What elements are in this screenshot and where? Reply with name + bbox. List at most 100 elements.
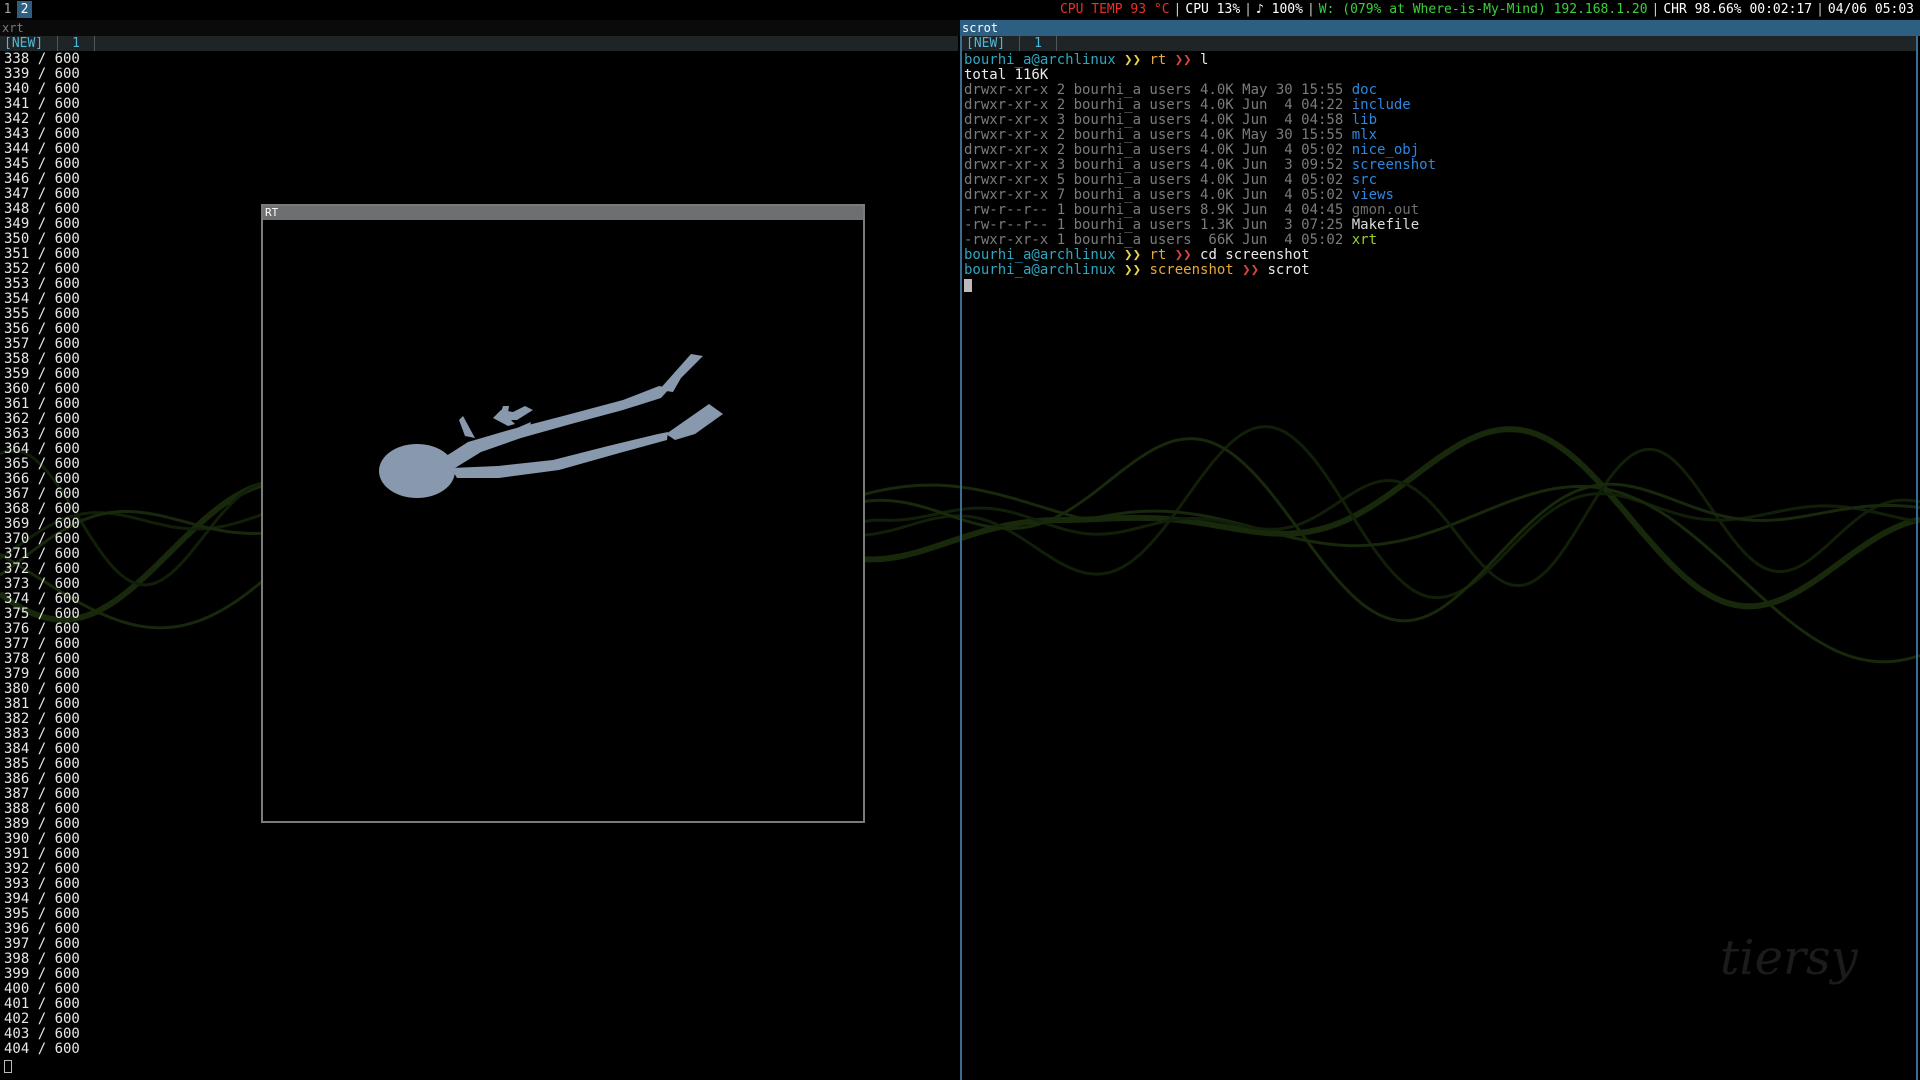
progress-line: 357 / 600 [4,336,80,352]
file-name: xrt [1351,232,1378,248]
progress-line: 381 / 600 [4,696,80,712]
file-details: drwxr-xr-x 5 bourhi_a users 4.0K Jun 4 0… [964,172,1352,188]
left-tab-bar: [NEW] 1 [0,36,958,51]
progress-line: 353 / 600 [4,276,80,292]
progress-line: 384 / 600 [4,741,80,757]
progress-line: 388 / 600 [4,801,80,817]
rendered-figure [379,354,723,498]
progress-line: 380 / 600 [4,681,80,697]
file-name: Makefile [1351,217,1420,233]
progress-line: 401 / 600 [4,996,80,1012]
tab-1[interactable]: 1 [57,36,95,51]
file-details: -rwxr-xr-x 1 bourhi_a users 66K Jun 4 05… [964,232,1352,248]
right-tab-bar: [NEW] 1 [962,36,1916,51]
progress-line: 371 / 600 [4,546,80,562]
tab-new[interactable]: [NEW] [962,36,1009,51]
progress-line: 396 / 600 [4,921,80,937]
command-text: cd screenshot [1200,247,1310,263]
file-name: mlx [1351,127,1378,143]
progress-line: 377 / 600 [4,636,80,652]
ls-entry: drwxr-xr-x 7 bourhi_a users 4.0K Jun 4 0… [964,188,1436,203]
cpu-temp-status: CPU TEMP 93 °C [1059,2,1170,17]
progress-line: 339 / 600 [4,66,80,82]
progress-line: 365 / 600 [4,456,80,472]
progress-line: 355 / 600 [4,306,80,322]
ls-entry: drwxr-xr-x 2 bourhi_a users 4.0K May 30 … [964,83,1436,98]
progress-line: 375 / 600 [4,606,80,622]
left-window-title[interactable]: xrt [0,20,960,36]
volume-status: ♪ 100% [1256,2,1303,17]
prompt-dir: rt [1149,52,1167,68]
progress-line: 345 / 600 [4,156,80,172]
progress-line: 361 / 600 [4,396,80,412]
progress-line: 349 / 600 [4,216,80,232]
progress-line: 391 / 600 [4,846,80,862]
progress-line: 379 / 600 [4,666,80,682]
output-text: total 116K [964,67,1049,83]
progress-line: 362 / 600 [4,411,80,427]
workspace-1-button[interactable]: 1 [0,1,15,18]
progress-line: 342 / 600 [4,111,80,127]
workspace-2-button[interactable]: 2 [17,1,32,18]
file-name: doc [1351,82,1378,98]
progress-line: 390 / 600 [4,831,80,847]
progress-line: 376 / 600 [4,621,80,637]
progress-line: 373 / 600 [4,576,80,592]
prompt-separator: ❯❯ [1115,247,1150,263]
prompt-dir: rt [1149,247,1167,263]
file-details: drwxr-xr-x 2 bourhi_a users 4.0K Jun 4 0… [964,142,1352,158]
progress-line: 378 / 600 [4,651,80,667]
wifi-status: W: (079% at Where-is-My-Mind) 192.168.1.… [1318,2,1648,17]
progress-line: 359 / 600 [4,366,80,382]
progress-line: 374 / 600 [4,591,80,607]
file-details: drwxr-xr-x 3 bourhi_a users 4.0K Jun 3 0… [964,157,1352,173]
prompt-separator: ❯❯ [1115,52,1150,68]
input-line[interactable] [964,278,1436,293]
prompt-separator: ❯❯ [1233,262,1268,278]
prompt-line: bourhi_a@archlinux ❯❯ rt ❯❯ l [964,53,1436,68]
prompt-line: bourhi_a@archlinux ❯❯ screenshot ❯❯ scro… [964,263,1436,278]
command-text: l [1200,52,1209,68]
prompt-user: bourhi_a@archlinux [964,52,1116,68]
progress-line: 402 / 600 [4,1011,80,1027]
prompt-user: bourhi_a@archlinux [964,262,1116,278]
progress-line: 399 / 600 [4,966,80,982]
progress-line: 394 / 600 [4,891,80,907]
rt-window-title[interactable]: RT [263,206,863,220]
right-window-title[interactable]: scrot [960,20,1920,36]
progress-line: 350 / 600 [4,231,80,247]
progress-line: 403 / 600 [4,1026,80,1042]
ls-entry: drwxr-xr-x 2 bourhi_a users 4.0K Jun 4 0… [964,98,1436,113]
rt-render-window[interactable]: RT [261,204,865,823]
file-details: -rw-r--r-- 1 bourhi_a users 1.3K Jun 3 0… [964,217,1352,233]
progress-line: 346 / 600 [4,171,80,187]
progress-line: 386 / 600 [4,771,80,787]
ls-entry: -rw-r--r-- 1 bourhi_a users 8.9K Jun 4 0… [964,203,1436,218]
file-details: drwxr-xr-x 2 bourhi_a users 4.0K Jun 4 0… [964,97,1352,113]
ls-entry: drwxr-xr-x 2 bourhi_a users 4.0K Jun 4 0… [964,143,1436,158]
ls-entry: drwxr-xr-x 3 bourhi_a users 4.0K Jun 4 0… [964,113,1436,128]
terminal-cursor [964,278,972,292]
progress-line: 360 / 600 [4,381,80,397]
terminal-output[interactable]: bourhi_a@archlinux ❯❯ rt ❯❯ l total 116K d… [964,53,1436,293]
progress-line: 347 / 600 [4,186,80,202]
prompt-separator: ❯❯ [1115,262,1150,278]
cpu-status: CPU 13% [1185,2,1241,17]
tab-new[interactable]: [NEW] [0,36,47,51]
file-name: screenshot [1351,157,1437,173]
progress-line: 368 / 600 [4,501,80,517]
progress-line: 389 / 600 [4,816,80,832]
progress-line: 363 / 600 [4,426,80,442]
progress-line: 351 / 600 [4,246,80,262]
ls-entry: drwxr-xr-x 2 bourhi_a users 4.0K May 30 … [964,128,1436,143]
file-details: drwxr-xr-x 2 bourhi_a users 4.0K May 30 … [964,82,1352,98]
progress-line: 366 / 600 [4,471,80,487]
file-details: drwxr-xr-x 7 bourhi_a users 4.0K Jun 4 0… [964,187,1352,203]
status-bar: 1 2 CPU TEMP 93 °C | CPU 13% | ♪ 100% | W: (07… [0,0,1920,19]
progress-line: 344 / 600 [4,141,80,157]
ls-entry: -rwxr-xr-x 1 bourhi_a users 66K Jun 4 05… [964,233,1436,248]
file-name: nice_obj [1351,142,1420,158]
tab-1[interactable]: 1 [1019,36,1057,51]
progress-line: 358 / 600 [4,351,80,367]
progress-line: 398 / 600 [4,951,80,967]
